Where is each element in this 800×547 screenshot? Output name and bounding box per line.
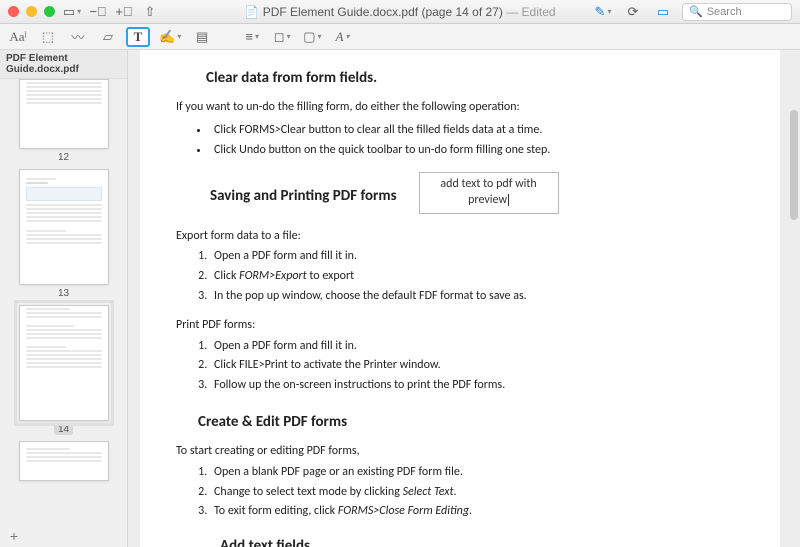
zoom-in-button[interactable]: +⃝ xyxy=(113,3,135,21)
sidebar-doc-title: PDF Element Guide.docx.pdf xyxy=(0,50,127,79)
list-item: To exit form editing, click FORMS>Close … xyxy=(210,503,740,520)
thumbnail[interactable]: 13 xyxy=(8,169,119,299)
text-selection-tool[interactable]: Aaˡ xyxy=(6,27,30,47)
sign-tool[interactable]: ✍ xyxy=(156,27,184,47)
search-icon: 🔍 xyxy=(689,5,703,18)
list-item: In the pop up window, choose the default… xyxy=(210,288,740,305)
search-input[interactable]: 🔍 Search xyxy=(682,3,792,21)
heading-clear-data: Clear data from form fields. xyxy=(206,68,740,89)
add-page-button[interactable]: + xyxy=(6,528,22,544)
titlebar: ▭ −⃝ +⃝ ⇧ 📄 PDF Element Guide.docx.pdf (… xyxy=(0,0,800,24)
paragraph: To start creating or editing PDF forms, xyxy=(176,443,740,460)
page-canvas: Clear data from form fields. If you want… xyxy=(140,50,780,547)
close-window-button[interactable] xyxy=(8,6,19,17)
list-item: Open a PDF form and fill it in. xyxy=(210,248,740,265)
title-text: PDF Element Guide.docx.pdf xyxy=(263,5,418,19)
thumb-number: 14 xyxy=(54,424,73,435)
thumb-number: 13 xyxy=(8,288,119,299)
text-tool[interactable]: T xyxy=(126,27,150,47)
textbox-line: preview xyxy=(468,193,509,207)
textbox-line: add text to pdf with xyxy=(440,177,536,191)
list-item: Open a PDF form and fill it in. xyxy=(210,338,740,355)
document-viewport[interactable]: Clear data from form fields. If you want… xyxy=(128,50,800,547)
list-item: Change to select text mode by clicking S… xyxy=(210,484,740,501)
list-item: Click FORM>Export to export xyxy=(210,268,740,285)
paragraph: If you want to un-do the filling form, d… xyxy=(176,99,740,116)
rect-select-tool[interactable]: ⬚ xyxy=(36,27,60,47)
border-color-menu[interactable]: ◻ xyxy=(270,27,294,47)
vertical-scrollbar[interactable] xyxy=(790,110,798,220)
search-placeholder: Search xyxy=(707,6,742,18)
paragraph: Print PDF forms: xyxy=(176,317,740,334)
font-style-menu[interactable]: A xyxy=(331,27,355,47)
thumbnail-selected[interactable]: 14 xyxy=(8,305,119,435)
heading-add-text: Add text fields xyxy=(220,536,740,547)
thumbnail[interactable]: 12 xyxy=(8,79,119,163)
minimize-window-button[interactable] xyxy=(26,6,37,17)
paragraph: Export form data to a file: xyxy=(176,228,740,245)
line-style-menu[interactable]: ≡ xyxy=(240,27,264,47)
fullscreen-window-button[interactable] xyxy=(44,6,55,17)
fill-color-menu[interactable]: ▢ xyxy=(300,27,324,47)
view-mode-button[interactable]: ▭ xyxy=(61,3,83,21)
note-tool[interactable]: ▤ xyxy=(190,27,214,47)
markup-toolbar: Aaˡ ⬚ 〰 ▱ T ✍ ▤ ≡ ◻ ▢ A xyxy=(0,24,800,50)
page-info: (page 14 of 27) xyxy=(421,5,502,19)
edited-label: Edited xyxy=(522,5,556,19)
heading-saving-printing: Saving and Printing PDF forms xyxy=(210,186,397,207)
thumb-number: 12 xyxy=(8,152,119,163)
inserted-text-box[interactable]: add text to pdf with preview xyxy=(419,172,559,213)
rotate-button[interactable]: ⟳ xyxy=(622,3,644,21)
thumbnail[interactable] xyxy=(8,441,119,481)
zoom-out-button[interactable]: −⃝ xyxy=(87,3,109,21)
share-button[interactable]: ⇧ xyxy=(139,3,161,21)
sketch-tool[interactable]: 〰 xyxy=(66,27,90,47)
list-item: Click Undo button on the quick toolbar t… xyxy=(210,142,740,159)
list-item: Follow up the on-screen instructions to … xyxy=(210,377,740,394)
shapes-tool[interactable]: ▱ xyxy=(96,27,120,47)
heading-create-edit: Create & Edit PDF forms xyxy=(198,412,740,433)
highlight-tool-button[interactable]: ▭ xyxy=(652,3,674,21)
thumbnails-sidebar: PDF Element Guide.docx.pdf 12 xyxy=(0,50,128,547)
list-item: Open a blank PDF page or an existing PDF… xyxy=(210,464,740,481)
list-item: Click FILE>Print to activate the Printer… xyxy=(210,357,740,374)
markup-toolbar-button[interactable]: ✎ xyxy=(592,3,614,21)
window-controls xyxy=(8,6,55,17)
list-item: Click FORMS>Clear button to clear all th… xyxy=(210,122,740,139)
doc-icon: 📄 xyxy=(244,5,262,19)
